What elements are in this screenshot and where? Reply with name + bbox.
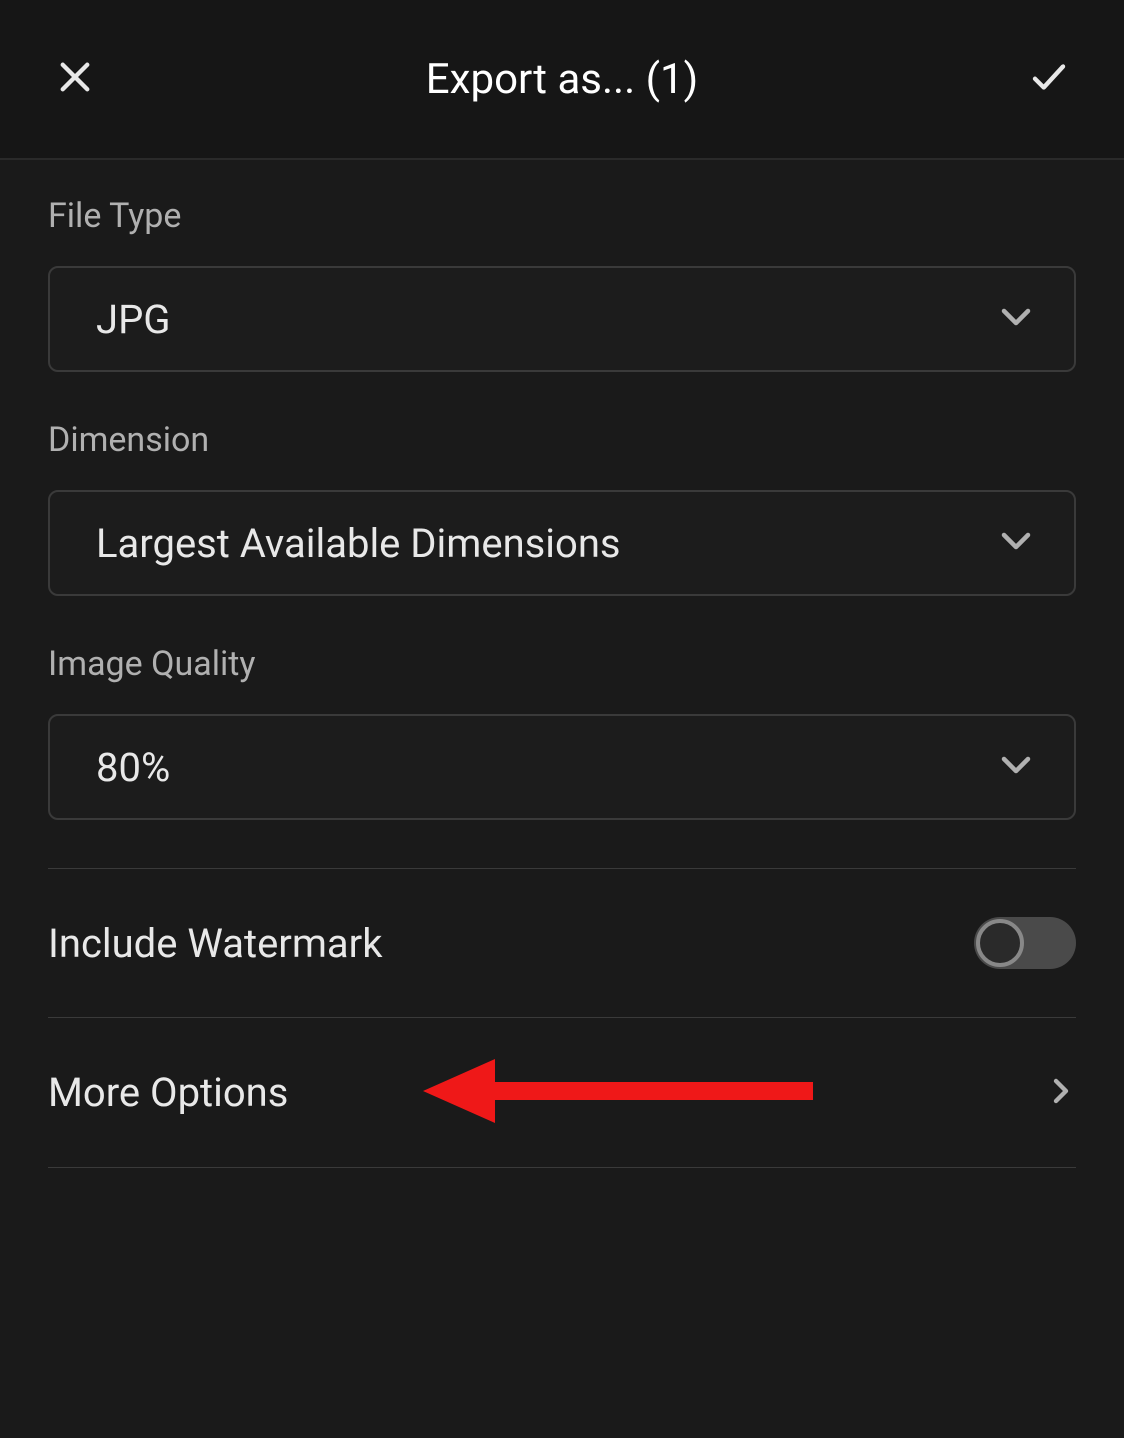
arrow-annotation [423, 1051, 823, 1135]
image-quality-label: Image Quality [48, 644, 1076, 684]
export-form: File Type JPG Dimension Largest Availabl… [0, 160, 1124, 1168]
confirm-button[interactable] [1024, 54, 1074, 104]
export-header: Export as... (1) [0, 0, 1124, 160]
chevron-down-icon [998, 299, 1034, 339]
image-quality-value: 80% [96, 744, 170, 791]
dimension-select[interactable]: Largest Available Dimensions [48, 490, 1076, 596]
chevron-right-icon [1046, 1076, 1076, 1110]
file-type-label: File Type [48, 196, 1076, 236]
page-title: Export as... (1) [426, 55, 698, 104]
watermark-label: Include Watermark [48, 920, 383, 967]
toggle-knob [976, 919, 1024, 967]
watermark-toggle[interactable] [974, 917, 1076, 969]
file-type-value: JPG [96, 296, 171, 343]
file-type-select[interactable]: JPG [48, 266, 1076, 372]
file-type-group: File Type JPG [48, 196, 1076, 372]
image-quality-select[interactable]: 80% [48, 714, 1076, 820]
more-options-label: More Options [48, 1069, 288, 1116]
dimension-value: Largest Available Dimensions [96, 520, 621, 567]
watermark-row: Include Watermark [48, 868, 1076, 1018]
close-icon [54, 56, 96, 102]
dimension-label: Dimension [48, 420, 1076, 460]
close-button[interactable] [50, 54, 100, 104]
check-icon [1028, 56, 1070, 102]
image-quality-group: Image Quality 80% [48, 644, 1076, 820]
chevron-down-icon [998, 747, 1034, 787]
chevron-down-icon [998, 523, 1034, 563]
dimension-group: Dimension Largest Available Dimensions [48, 420, 1076, 596]
more-options-row[interactable]: More Options [48, 1018, 1076, 1168]
